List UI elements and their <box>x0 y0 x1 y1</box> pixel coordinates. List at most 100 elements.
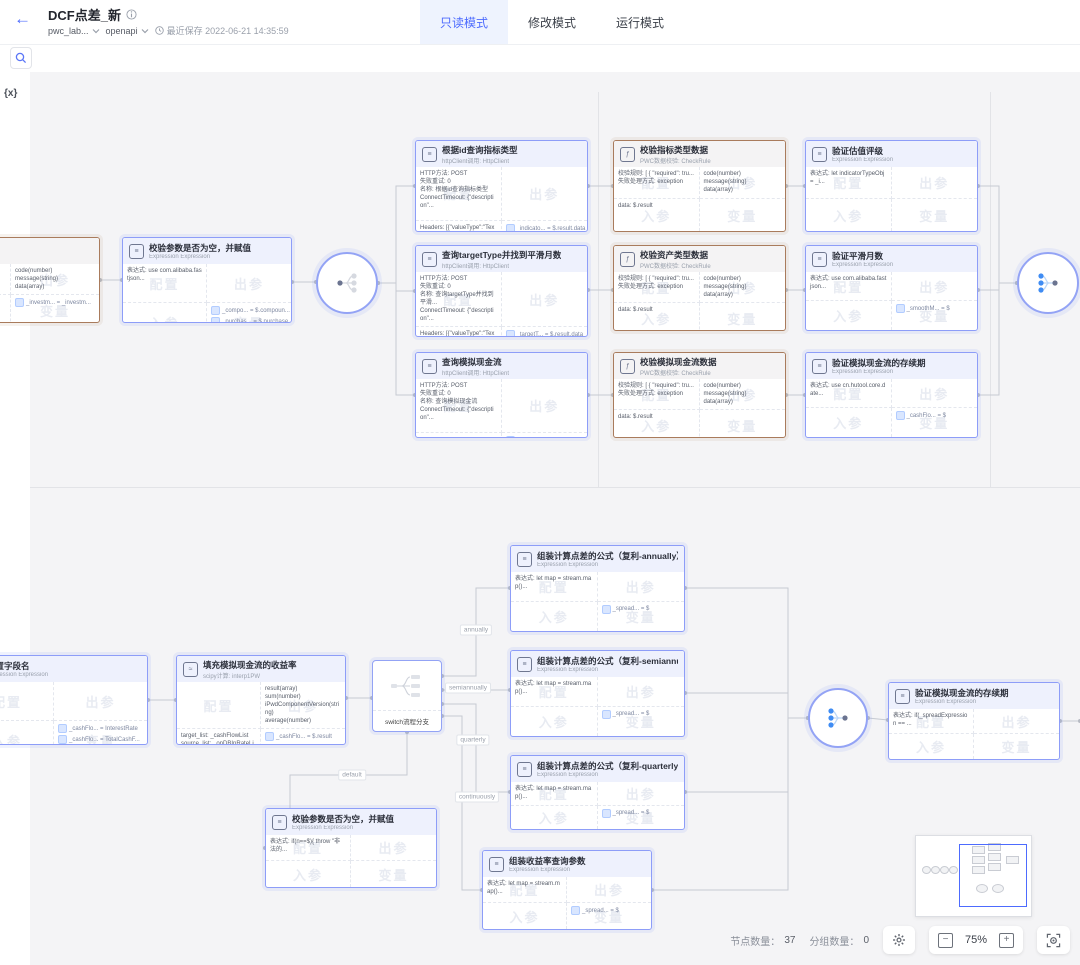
node-config-text: HTTP方法: POST 失败重试: 0 名称: 根据id查询指标类型 Conn… <box>420 170 497 210</box>
check-icon: ƒ <box>620 359 635 374</box>
node-config-text: 表达式: let map = stream.map()... <box>515 575 593 591</box>
tab-edit-mode[interactable]: 修改模式 <box>508 0 596 44</box>
variable-chip-icon <box>506 224 515 232</box>
node-header-text: 校验参数是否为空，并赋值Expression Expression <box>292 813 394 831</box>
node-title: 校验指标类型数据 <box>640 144 711 156</box>
flow-node-http[interactable]: ≡查询targetType并找到平滑月数httpClient调用: HttpCl… <box>415 245 588 337</box>
node-config-cell: 配置 <box>177 682 261 729</box>
node-output-cell: 出参result(array) sum(number) iPwdComponen… <box>261 682 345 729</box>
flow-node-check[interactable]: ƒ校验指标类型数据PWC数据校验: CheckRule配置校验规则: [ { "… <box>613 140 786 232</box>
node-config-text: 校验规则: [ { "required": tru... 失败处理方式: exc… <box>618 275 695 291</box>
node-title: 查询targetType并找到平滑月数 <box>442 249 561 261</box>
tab-readonly-mode[interactable]: 只读模式 <box>420 0 508 44</box>
node-vars-cell: 变量_targetT... = $.result.data <box>502 327 588 337</box>
expr-icon: ≡ <box>489 857 504 872</box>
zoom-in-button[interactable]: + <box>999 933 1014 948</box>
quadrant-watermark: 出参 <box>892 272 978 300</box>
node-config-text: 表达式: use com.alibaba.fastjson... <box>810 275 887 291</box>
node-config-text: 表达式: if(_spreadExpression == ... <box>893 712 969 728</box>
node-body: 配置校验规则: [ { "required": tru... 失败处理方式: e… <box>614 379 785 438</box>
fanin-node[interactable] <box>808 688 868 748</box>
node-subtitle: PWC数据校验: CheckRule <box>640 261 711 270</box>
node-title: 根据id查询指标类型 <box>442 144 518 156</box>
zoom-out-button[interactable]: − <box>938 933 953 948</box>
node-output-cell: 出参 <box>892 272 978 301</box>
variable-assignment-text: _indicato... = $.result.data <box>517 226 586 232</box>
fit-view-button[interactable] <box>1037 926 1070 954</box>
flow-node-expr[interactable]: ≡组装收益率查询参数Expression Expression配置表达式: le… <box>482 850 652 930</box>
node-input-cell: 入参 <box>0 295 11 323</box>
node-input-cell: 入参 <box>806 199 892 231</box>
back-button[interactable]: ← <box>14 9 31 29</box>
node-subtitle: Expression Expression <box>149 254 251 260</box>
flow-node-check[interactable]: ƒ校验资产类型数据PWC数据校验: CheckRule配置校验规则: [ { "… <box>613 245 786 331</box>
node-header-text: 验证估值评级Expression Expression <box>832 145 893 163</box>
flow-node-expr[interactable]: ≡组装计算点差的公式（复利-semiannually）Expression Ex… <box>510 650 685 737</box>
info-icon[interactable] <box>126 9 137 20</box>
node-config-cell: 配置表达式: let map = stream.map()... <box>511 572 598 602</box>
node-config-text: 校验规则: [ { "required": tru... 失败处理方式: exc… <box>618 170 695 186</box>
node-body: 配置表达式: let map = stream.map()...出参入参变量_s… <box>511 677 684 736</box>
node-header: ƒ校验指标类型数据PWC数据校验: CheckRule <box>614 141 785 167</box>
flow-node-expr[interactable]: ≡验证估值评级Expression Expression配置表达式: let i… <box>805 140 978 232</box>
node-input-cell: 入参 <box>511 707 598 737</box>
node-subtitle: httpClient调用: HttpClient <box>442 368 509 377</box>
minimap-viewport[interactable] <box>959 844 1027 907</box>
quadrant-watermark: 配置 <box>0 264 10 294</box>
fanin-node[interactable] <box>1017 252 1079 314</box>
quadrant-watermark: 入参 <box>511 806 597 830</box>
node-header: ≡根据id查询指标类型httpClient调用: HttpClient <box>416 141 587 167</box>
node-header-text: 组装计算点差的公式（复利-semiannually）Expression Exp… <box>537 655 678 673</box>
node-input-cell: 入参 <box>889 734 974 759</box>
search-button[interactable] <box>10 47 32 69</box>
node-header: ≡验证模拟现金流的存续期Expression Expression <box>806 353 977 379</box>
flow-node-http[interactable]: ≡根据id查询指标类型httpClient调用: HttpClient配置HTT… <box>415 140 588 232</box>
quadrant-watermark: 入参 <box>511 707 597 737</box>
flow-node-check[interactable]: ƒ校验模拟现金流数据PWC数据校验: CheckRule配置校验规则: [ { … <box>613 352 786 438</box>
flow-node-expr[interactable]: ≡校验参数是否为空，并赋值Expression Expression配置表达式:… <box>122 237 292 323</box>
node-vars-cell: 变量_compo... = $.compoun..._purchas... = … <box>207 303 291 323</box>
node-header: ≡验证估值评级Expression Expression <box>806 141 977 167</box>
minimap[interactable] <box>915 835 1032 917</box>
variable-assignment: _cashflo... = $.result.dat... <box>506 436 584 438</box>
expr-icon: ≡ <box>812 252 827 267</box>
flow-node-http[interactable]: ≡查询模拟现金流httpClient调用: HttpClient配置HTTP方法… <box>415 352 588 438</box>
variable-assignment: _smoothM... = $ <box>896 304 974 313</box>
flow-node-check[interactable]: ƒ配置出参code(number) message(string) data(a… <box>0 237 100 323</box>
settings-button[interactable] <box>883 926 915 954</box>
node-config-cell: 配置 <box>0 264 11 295</box>
flow-node-expr[interactable]: ≡组装计算点差的公式（复利-annually）Expression Expres… <box>510 545 685 632</box>
search-icon <box>15 52 27 64</box>
variable-assignment: _cashFlo... = InterestRate <box>58 724 143 733</box>
service-select[interactable]: openapi <box>106 26 149 36</box>
node-config-text: result(array) sum(number) iPwdComponentV… <box>265 685 341 725</box>
flow-node-expr[interactable]: ≡设置字段名Expression Expression配置Rate =...出参… <box>0 655 148 745</box>
flow-node-expr[interactable]: ≡验证平滑月数Expression Expression配置表达式: use c… <box>805 245 978 331</box>
variable-assignment-text: _investm... = _investm... <box>26 300 91 306</box>
tab-run-mode[interactable]: 运行模式 <box>596 0 684 44</box>
node-body: 配置校验规则: [ { "required": tru... 失败处理方式: e… <box>614 272 785 331</box>
node-header-text: 组装计算点差的公式（复利-quarterly）Expression Expres… <box>537 760 678 778</box>
flow-node-expr[interactable]: ≡验证模拟现金流的存续期Expression Expression配置表达式: … <box>805 352 978 438</box>
flow-node-scipy[interactable]: ≈填充模拟现金流的收益率scipy计算: interp1PW配置出参result… <box>176 655 346 745</box>
flow-node-expr[interactable]: ≡组装计算点差的公式（复利-quarterly）Expression Expre… <box>510 755 685 830</box>
node-subtitle: Expression Expression <box>915 699 1009 705</box>
node-vars-cell: 变量 <box>892 199 978 231</box>
flow-node-expr[interactable]: ≡验证模拟现金流的存续期Expression Expression配置表达式: … <box>888 682 1060 760</box>
check-icon: ƒ <box>620 147 635 162</box>
flow-canvas[interactable]: {x} ƒ配置出参code(number) message(string) da… <box>0 72 1080 965</box>
flow-node-expr[interactable]: ≡校验参数是否为空，并赋值Expression Expression配置表达式:… <box>265 808 437 888</box>
node-config-text: code(number) message(string) data(array) <box>704 170 782 194</box>
node-config-text: HTTP方法: POST 失败重试: 0 名称: 查询targetType并找到… <box>420 275 497 323</box>
node-output-cell: 出参 <box>502 167 588 221</box>
node-config-cell: 配置表达式: let map = stream.map()... <box>483 877 567 903</box>
node-output-cell: 出参code(number) message(string) data(arra… <box>700 272 786 303</box>
switch-node[interactable]: switch流程分支 <box>372 660 442 732</box>
workspace-select[interactable]: pwc_lab... <box>48 26 100 36</box>
node-header: ≡校验参数是否为空，并赋值Expression Expression <box>123 238 291 264</box>
fanout-node[interactable] <box>316 252 378 314</box>
node-output-cell: 出参 <box>892 167 978 199</box>
node-config-cell: 配置表达式: use com.alibaba.fastjson... <box>806 272 892 301</box>
fanin-icon <box>825 707 851 729</box>
variable-assignment-text: _cashFlo... = TotalCashF... <box>69 737 140 743</box>
